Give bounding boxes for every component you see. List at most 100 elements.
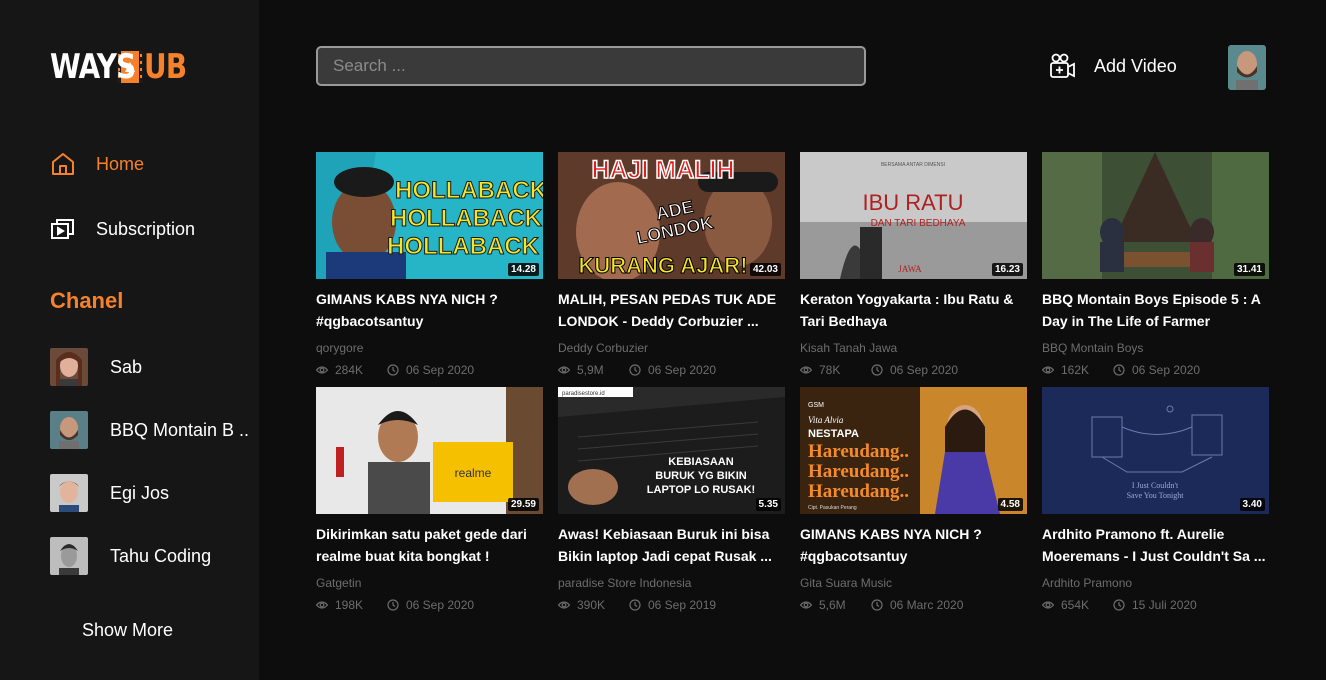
- video-views: 162K: [1061, 363, 1090, 377]
- video-title[interactable]: Awas! Kebiasaan Buruk ini bisa Bikin lap…: [558, 523, 785, 567]
- clock-icon: [871, 364, 883, 376]
- channel-item-bbq-montain[interactable]: BBQ Montain B ..: [50, 411, 249, 449]
- nav-subscription[interactable]: Subscription: [50, 216, 195, 242]
- wayshub-logo[interactable]: WAYS UB: [50, 47, 196, 87]
- svg-text:BERSAMA ANTAR DIMENSI: BERSAMA ANTAR DIMENSI: [881, 162, 945, 168]
- clock-icon: [629, 364, 641, 376]
- eye-icon: [800, 599, 812, 611]
- video-title[interactable]: GIMANS KABS NYA NICH ? #qgbacotsantuy: [800, 523, 1027, 567]
- eye-icon: [316, 364, 328, 376]
- add-video-icon: [1048, 52, 1076, 80]
- user-avatar[interactable]: [1228, 45, 1266, 90]
- video-views: 390K: [577, 598, 606, 612]
- svg-text:HOLLABACK: HOLLABACK: [395, 177, 543, 204]
- video-card[interactable]: I Just Couldn't Save You Tonight 3.40 Ar…: [1042, 387, 1269, 622]
- video-thumbnail[interactable]: I Just Couldn't Save You Tonight 3.40: [1042, 387, 1269, 514]
- svg-text:JAWA: JAWA: [898, 264, 922, 274]
- logo-text-ub: UB: [144, 47, 187, 87]
- video-duration: 31.41: [1233, 263, 1265, 276]
- video-thumbnail[interactable]: 31.41: [1042, 152, 1269, 279]
- sidebar: WAYS UB Home Subscription Chanel Sab BBQ…: [0, 0, 259, 680]
- video-card[interactable]: IBU RATU DAN TARI BEDHAYA BERSAMA ANTAR …: [800, 152, 1027, 387]
- home-icon: [50, 151, 76, 177]
- video-thumbnail[interactable]: GSM Vita Alvia NESTAPA Hareudang.. Hareu…: [800, 387, 1027, 514]
- clock-icon: [1113, 364, 1125, 376]
- video-grid: HOLLABACK HOLLABACK HOLLABACK 14.28 GIMA…: [316, 152, 1269, 622]
- search-input[interactable]: [316, 46, 866, 86]
- video-meta: 390K 06 Sep 2019: [558, 598, 785, 612]
- add-video-button[interactable]: Add Video: [1048, 52, 1177, 80]
- subscription-icon: [50, 216, 76, 242]
- video-channel[interactable]: Kisah Tanah Jawa: [800, 341, 1027, 355]
- video-channel[interactable]: Gatgetin: [316, 576, 543, 590]
- video-card[interactable]: HAJI MALIH ADE LONDOK KURANG AJAR! 42.03…: [558, 152, 785, 387]
- show-more-button[interactable]: Show More: [82, 620, 173, 641]
- video-card[interactable]: 31.41 BBQ Montain Boys Episode 5 : A Day…: [1042, 152, 1269, 387]
- video-thumbnail[interactable]: HAJI MALIH ADE LONDOK KURANG AJAR! 42.03: [558, 152, 785, 279]
- channel-name: Sab: [110, 356, 143, 377]
- video-views: 198K: [335, 598, 364, 612]
- video-date: 15 Juli 2020: [1132, 598, 1197, 612]
- video-views: 78K: [819, 363, 841, 377]
- channel-avatar: [50, 411, 88, 449]
- video-date: 06 Sep 2020: [648, 363, 717, 377]
- video-meta: 198K 06 Sep 2020: [316, 598, 543, 612]
- svg-text:Vita Alvia: Vita Alvia: [808, 415, 844, 425]
- video-thumbnail[interactable]: IBU RATU DAN TARI BEDHAYA BERSAMA ANTAR …: [800, 152, 1027, 279]
- video-thumbnail[interactable]: HOLLABACK HOLLABACK HOLLABACK 14.28: [316, 152, 543, 279]
- video-thumbnail[interactable]: paradisestore.id KEBIASAAN BURUK YG BIKI…: [558, 387, 785, 514]
- video-duration: 14.28: [507, 263, 539, 276]
- video-card[interactable]: realme 29.59 Dikirimkan satu paket gede …: [316, 387, 543, 622]
- video-views: 5,9M: [577, 363, 604, 377]
- channel-item-tahu-coding[interactable]: Tahu Coding: [50, 537, 211, 575]
- channel-item-sab[interactable]: Sab: [50, 348, 142, 386]
- eye-icon: [1042, 364, 1054, 376]
- video-title[interactable]: GIMANS KABS NYA NICH ? #qgbacotsantuy: [316, 288, 543, 332]
- video-channel[interactable]: Gita Suara Music: [800, 576, 1027, 590]
- channel-name: Egi Jos: [110, 482, 170, 503]
- video-thumbnail[interactable]: realme 29.59: [316, 387, 543, 514]
- svg-text:paradisestore.id: paradisestore.id: [562, 391, 605, 397]
- video-card[interactable]: HOLLABACK HOLLABACK HOLLABACK 14.28 GIMA…: [316, 152, 543, 387]
- svg-text:Save You Tonight: Save You Tonight: [1127, 491, 1185, 500]
- svg-text:I Just Couldn't: I Just Couldn't: [1132, 481, 1179, 490]
- video-duration: 3.40: [1239, 498, 1265, 511]
- video-card[interactable]: paradisestore.id KEBIASAAN BURUK YG BIKI…: [558, 387, 785, 622]
- nav-home[interactable]: Home: [50, 151, 144, 177]
- channel-name: Tahu Coding: [110, 545, 212, 566]
- video-channel[interactable]: qorygore: [316, 341, 543, 355]
- svg-text:KEBIASAAN: KEBIASAAN: [668, 456, 733, 468]
- video-card[interactable]: GSM Vita Alvia NESTAPA Hareudang.. Hareu…: [800, 387, 1027, 622]
- clock-icon: [1113, 599, 1125, 611]
- eye-icon: [558, 364, 570, 376]
- channel-name: BBQ Montain B ..: [110, 419, 250, 440]
- video-channel[interactable]: paradise Store Indonesia: [558, 576, 785, 590]
- video-title[interactable]: Ardhito Pramono ft. Aurelie Moeremans - …: [1042, 523, 1269, 567]
- channel-avatar: [50, 474, 88, 512]
- video-title[interactable]: BBQ Montain Boys Episode 5 : A Day in Th…: [1042, 288, 1269, 332]
- video-date: 06 Sep 2020: [890, 363, 959, 377]
- svg-text:NESTAPA: NESTAPA: [808, 428, 859, 440]
- video-channel[interactable]: BBQ Montain Boys: [1042, 341, 1269, 355]
- video-date: 06 Sep 2020: [406, 598, 475, 612]
- video-meta: 5,6M 06 Marc 2020: [800, 598, 1027, 612]
- svg-text:HAJI MALIH: HAJI MALIH: [591, 156, 734, 184]
- svg-text:KURANG AJAR!: KURANG AJAR!: [578, 253, 747, 278]
- video-duration: 5.35: [755, 498, 781, 511]
- video-title[interactable]: Keraton Yogyakarta : Ibu Ratu & Tari Bed…: [800, 288, 1027, 332]
- video-title[interactable]: Dikirimkan satu paket gede dari realme b…: [316, 523, 543, 567]
- eye-icon: [558, 599, 570, 611]
- video-date: 06 Marc 2020: [890, 598, 964, 612]
- channel-item-egi-jos[interactable]: Egi Jos: [50, 474, 169, 512]
- clock-icon: [871, 599, 883, 611]
- video-date: 06 Sep 2019: [648, 598, 717, 612]
- eye-icon: [800, 364, 812, 376]
- video-title[interactable]: MALIH, PESAN PEDAS TUK ADE LONDOK - Dedd…: [558, 288, 785, 332]
- clock-icon: [629, 599, 641, 611]
- video-views: 654K: [1061, 598, 1090, 612]
- svg-text:BURUK YG BIKIN: BURUK YG BIKIN: [655, 470, 747, 482]
- logo-text-ways: WAYS: [50, 47, 136, 87]
- video-channel[interactable]: Ardhito Pramono: [1042, 576, 1269, 590]
- video-channel[interactable]: Deddy Corbuzier: [558, 341, 785, 355]
- video-duration: 16.23: [991, 263, 1023, 276]
